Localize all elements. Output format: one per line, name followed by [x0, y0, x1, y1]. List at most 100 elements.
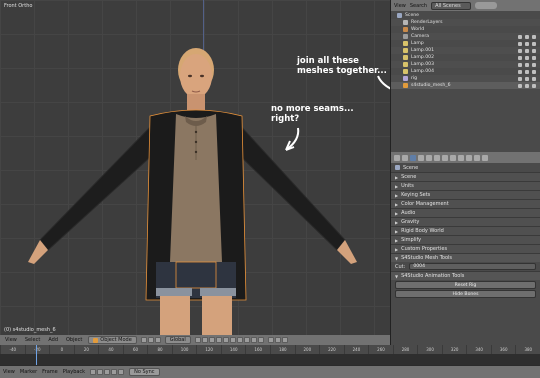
- pivot-select[interactable]: Global: [164, 336, 191, 344]
- cursor-icon[interactable]: [525, 62, 529, 67]
- eye-icon[interactable]: [518, 62, 522, 67]
- tab-world-icon[interactable]: [418, 154, 424, 161]
- menu-view[interactable]: View: [3, 337, 19, 343]
- tab-data-icon[interactable]: [450, 154, 456, 161]
- tab-object-icon[interactable]: [426, 154, 432, 161]
- frame-ruler[interactable]: -40 -20 0 20 40 60 80 100 120 140 160 180 200 220 240 2…: [0, 345, 540, 365]
- cursor-icon[interactable]: [525, 69, 529, 74]
- panel-header[interactable]: ▶ Keying Sets: [391, 190, 540, 199]
- outliner-row[interactable]: World: [391, 26, 540, 33]
- visibility-toggles[interactable]: [518, 62, 536, 67]
- camera-icon[interactable]: [532, 83, 536, 88]
- tl-menu-marker[interactable]: Marker: [20, 369, 37, 375]
- outliner-row[interactable]: Lamp.001: [391, 47, 540, 54]
- visibility-toggles[interactable]: [518, 55, 536, 60]
- playback-buttons[interactable]: [90, 369, 125, 375]
- panel-header[interactable]: ▶ Rigid Body World: [391, 226, 540, 235]
- eye-icon[interactable]: [518, 41, 522, 46]
- sync-select[interactable]: No Sync: [129, 368, 160, 376]
- visibility-toggles[interactable]: [518, 48, 536, 53]
- panel-header[interactable]: ▶ Scene: [391, 172, 540, 181]
- camera-icon[interactable]: [532, 55, 536, 60]
- reset-rig-button[interactable]: Reset Rig: [395, 281, 536, 289]
- tl-menu-frame[interactable]: Frame: [42, 369, 58, 375]
- outliner-row[interactable]: RenderLayers: [391, 19, 540, 26]
- panel-header[interactable]: ▶ Audio: [391, 208, 540, 217]
- panel-animation-tools[interactable]: ▼ S4Studio Animation Tools: [391, 271, 540, 280]
- tab-constraints-icon[interactable]: [434, 154, 440, 161]
- outliner-row[interactable]: Lamp.002: [391, 54, 540, 61]
- camera-icon[interactable]: [532, 69, 536, 74]
- search-input[interactable]: [475, 2, 498, 9]
- hide-bones-button[interactable]: Hide Bones: [395, 290, 536, 298]
- camera-icon[interactable]: [532, 62, 536, 67]
- cursor-icon[interactable]: [525, 48, 529, 53]
- eye-icon[interactable]: [518, 76, 522, 81]
- eye-icon[interactable]: [518, 48, 522, 53]
- eye-icon[interactable]: [518, 83, 522, 88]
- snap-icons[interactable]: [267, 337, 288, 343]
- eye-icon[interactable]: [518, 55, 522, 60]
- panel-header[interactable]: ▶ Custom Properties: [391, 244, 540, 253]
- panel-header[interactable]: ▶ Simplify: [391, 235, 540, 244]
- timeline[interactable]: -40 -20 0 20 40 60 80 100 120 140 160 180 200 220 240 2…: [0, 345, 540, 378]
- tab-particles-icon[interactable]: [474, 154, 480, 161]
- tab-scene-icon[interactable]: [410, 154, 416, 161]
- collapsed-icon: ▶: [395, 201, 399, 207]
- tl-menu-view[interactable]: View: [3, 369, 15, 375]
- visibility-toggles[interactable]: [518, 69, 536, 74]
- menu-add[interactable]: Add: [46, 337, 60, 343]
- menu-object[interactable]: Object: [64, 337, 84, 343]
- outliner-row[interactable]: Lamp: [391, 40, 540, 47]
- camera-icon[interactable]: [532, 34, 536, 39]
- outliner-row[interactable]: s4studio_mesh_6: [391, 82, 540, 89]
- shading-icons[interactable]: [140, 337, 161, 343]
- collapsed-icon: ▶: [395, 237, 399, 243]
- outliner-menu-search[interactable]: Search: [410, 3, 427, 9]
- mode-select[interactable]: Object Mode: [88, 336, 137, 344]
- tab-material-icon[interactable]: [458, 154, 464, 161]
- outliner-row[interactable]: Lamp.003: [391, 61, 540, 68]
- ruler-tick: 360: [490, 345, 516, 354]
- tab-layers-icon[interactable]: [402, 154, 408, 161]
- outliner-row[interactable]: Camera: [391, 33, 540, 40]
- frame-cursor[interactable]: [36, 345, 37, 365]
- cursor-icon[interactable]: [525, 34, 529, 39]
- tab-modifiers-icon[interactable]: [442, 154, 448, 161]
- 3d-viewport[interactable]: Front Ortho (0) s4studio_mesh_6 no more …: [0, 0, 390, 335]
- tl-menu-playback[interactable]: Playback: [63, 369, 85, 375]
- visibility-toggles[interactable]: [518, 83, 536, 88]
- cursor-icon[interactable]: [525, 41, 529, 46]
- visibility-toggles[interactable]: [518, 41, 536, 46]
- panel-header[interactable]: ▶ Gravity: [391, 217, 540, 226]
- cut-field[interactable]: 0004: [409, 263, 536, 270]
- tab-render-icon[interactable]: [394, 154, 400, 161]
- properties-tabs[interactable]: [391, 152, 540, 163]
- visibility-toggles[interactable]: [518, 34, 536, 39]
- outliner-item-icon: [403, 55, 408, 60]
- display-mode-select[interactable]: All Scenes: [431, 1, 472, 10]
- visibility-toggles[interactable]: [518, 76, 536, 81]
- ruler-tick: 80: [147, 345, 172, 354]
- menu-select[interactable]: Select: [23, 337, 42, 343]
- panel-header[interactable]: ▶ Color Management: [391, 199, 540, 208]
- camera-icon[interactable]: [532, 48, 536, 53]
- camera-icon[interactable]: [532, 76, 536, 81]
- layer-buttons[interactable]: [194, 337, 264, 343]
- outliner-item-icon: [403, 69, 408, 74]
- camera-icon[interactable]: [532, 41, 536, 46]
- character-model[interactable]: [0, 0, 390, 335]
- tab-texture-icon[interactable]: [466, 154, 472, 161]
- tab-physics-icon[interactable]: [482, 154, 488, 161]
- outliner-row[interactable]: rig: [391, 75, 540, 82]
- panel-mesh-tools[interactable]: ▼ S4Studio Mesh Tools: [391, 253, 540, 262]
- cursor-icon[interactable]: [525, 55, 529, 60]
- panel-header[interactable]: ▶ Units: [391, 181, 540, 190]
- outliner-menu-view[interactable]: View: [394, 3, 406, 9]
- outliner-row[interactable]: Scene: [391, 12, 540, 19]
- cursor-icon[interactable]: [525, 76, 529, 81]
- outliner-row[interactable]: Lamp.004: [391, 68, 540, 75]
- cursor-icon[interactable]: [525, 83, 529, 88]
- eye-icon[interactable]: [518, 69, 522, 74]
- eye-icon[interactable]: [518, 34, 522, 39]
